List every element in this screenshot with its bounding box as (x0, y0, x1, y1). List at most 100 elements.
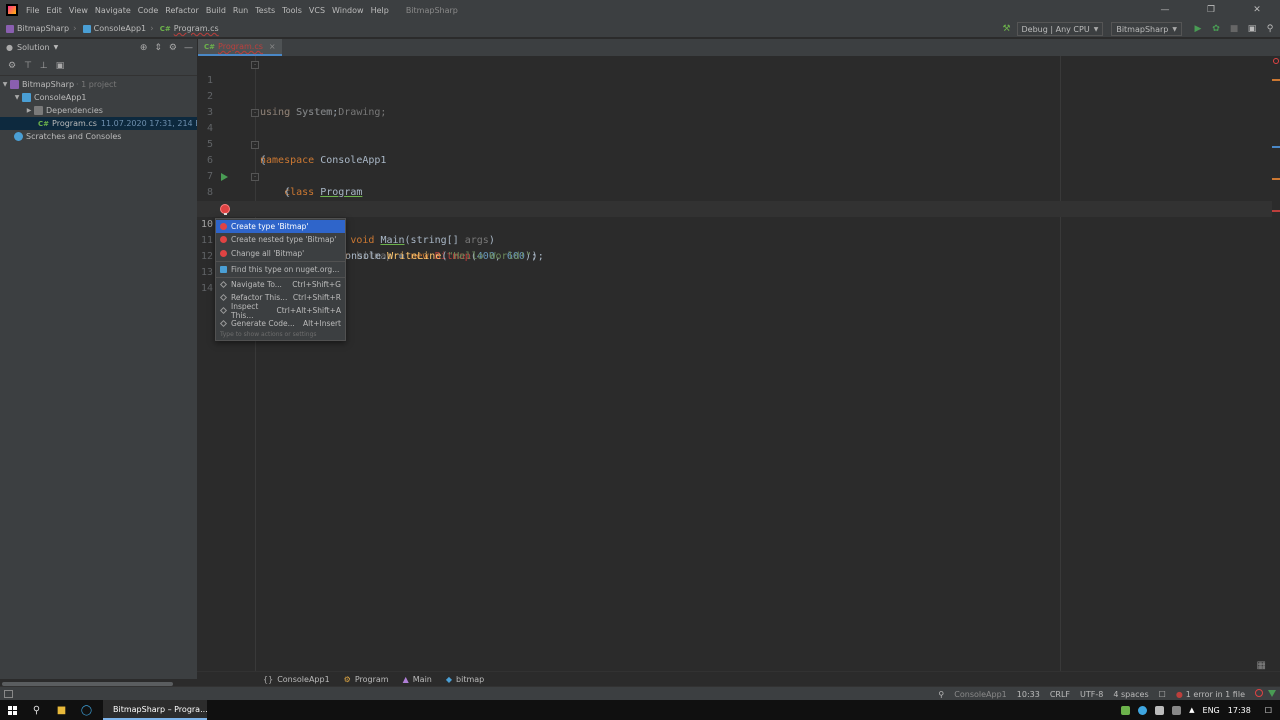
inspection-widget-icon[interactable]: ▦ (1257, 660, 1266, 671)
nav-crumb-file[interactable]: C# Program.cs (160, 24, 219, 33)
debug-icon[interactable]: ✿ (1208, 22, 1224, 36)
quick-fix-bulb-icon[interactable] (220, 204, 230, 215)
run-toolbar: ⚒ Debug | Any CPU ▼ BitmapSharp ▼ ▶ ✿ ■ … (999, 20, 1280, 38)
status-indent[interactable]: 4 spaces (1113, 690, 1148, 699)
stripe-mark[interactable] (1272, 210, 1280, 212)
popup-item-navigate-to[interactable]: Navigate To... Ctrl+Shift+G (216, 278, 345, 291)
menu-file[interactable]: File (26, 6, 39, 15)
taskbar-app-rider[interactable]: BitmapSharp – Progra... (103, 700, 208, 720)
fold-icon[interactable]: - (251, 173, 259, 181)
menu-help[interactable]: Help (371, 6, 389, 15)
status-line-ending[interactable]: CRLF (1050, 690, 1070, 699)
horizontal-scrollbar[interactable] (2, 682, 173, 686)
stripe-mark[interactable] (1272, 178, 1280, 180)
popup-item-create-type[interactable]: Create type 'Bitmap' (216, 220, 345, 233)
stop-icon[interactable]: ■ (1226, 22, 1242, 36)
breadcrumb-class[interactable]: ⚙ Program (344, 675, 389, 684)
run-icon[interactable]: ▶ (1190, 22, 1206, 36)
tool-windows-icon[interactable] (4, 689, 13, 698)
notification-icon[interactable]: ☐ (1265, 706, 1272, 715)
code-line: 7 { (197, 153, 1272, 198)
chevron-up-icon[interactable]: ▲ (1189, 706, 1194, 714)
tree-item-project[interactable]: ▼ ConsoleApp1 (0, 91, 197, 104)
tray-clock[interactable]: 17:38 (1228, 706, 1251, 715)
status-encoding[interactable]: UTF-8 (1080, 690, 1103, 699)
volume-icon[interactable] (1172, 705, 1182, 715)
locate-icon[interactable]: ⊕ (140, 43, 148, 53)
solution-view-select[interactable]: ● Solution ▼ (6, 43, 58, 52)
menu-code[interactable]: Code (138, 6, 158, 15)
refactor-icon (219, 293, 228, 302)
close-icon[interactable]: ✕ (1234, 0, 1280, 20)
filter-icon[interactable]: ⊤ (24, 61, 32, 71)
breadcrumb-variable[interactable]: ◆ bitmap (446, 675, 484, 684)
menu-tests[interactable]: Tests (255, 6, 275, 15)
run-main-icon[interactable] (221, 173, 228, 181)
preview-icon[interactable]: ▣ (56, 61, 65, 71)
code-line: 6 - class Program (197, 137, 1272, 198)
close-tab-icon[interactable]: × (269, 42, 276, 51)
tray-app-icon[interactable] (1121, 705, 1131, 715)
fold-icon[interactable]: - (251, 109, 259, 117)
build-hammer-icon[interactable]: ⚒ (999, 22, 1015, 36)
search-everywhere-icon[interactable]: ⚲ (1262, 22, 1278, 36)
tab-program-cs[interactable]: C# Program.cs × (198, 39, 282, 56)
minimize-icon[interactable]: — (1142, 0, 1188, 20)
popup-item-find-nuget[interactable]: Find this type on nuget.org... (216, 263, 345, 276)
search-icon[interactable]: ⚲ (938, 690, 944, 699)
taskbar-search-icon[interactable]: ⚲ (24, 700, 49, 720)
status-errors[interactable]: 1 error in 1 file (1186, 690, 1245, 699)
nav-crumb-app[interactable]: ConsoleApp1 › (82, 24, 154, 34)
menu-navigate[interactable]: Navigate (95, 6, 131, 15)
stripe-mark[interactable] (1272, 146, 1280, 148)
menu-tools[interactable]: Tools (282, 6, 302, 15)
tree-item-scratches[interactable]: Scratches and Consoles (0, 130, 197, 143)
fold-icon[interactable]: - (251, 141, 259, 149)
popup-item-inspect-this[interactable]: Inspect This... Ctrl+Alt+Shift+A (216, 302, 345, 320)
menu-build[interactable]: Build (206, 6, 226, 15)
breadcrumb-method[interactable]: ▲ Main (403, 675, 432, 684)
run-target-select[interactable]: BitmapSharp ▼ (1111, 22, 1182, 36)
lock-icon[interactable]: ☐ (1159, 690, 1166, 699)
error-status-icon[interactable] (1273, 58, 1279, 64)
tree-item-dependencies[interactable]: ▶ Dependencies (0, 104, 197, 117)
tree-item-solution[interactable]: ▼ BitmapSharp · 1 project (0, 78, 197, 91)
menu-run[interactable]: Run (233, 6, 248, 15)
ok-triangle-icon[interactable] (1268, 689, 1276, 699)
windows-start-icon[interactable] (0, 700, 24, 720)
tree-item-project-label: ConsoleApp1 (34, 93, 87, 102)
sort-icon[interactable]: ⊥ (40, 61, 48, 71)
popup-item-label: Find this type on nuget.org... (231, 265, 340, 274)
status-context[interactable]: ConsoleApp1 (954, 690, 1006, 699)
breadcrumb-namespace[interactable]: {} ConsoleApp1 (263, 675, 330, 684)
chevron-down-icon: ▼ (1172, 25, 1177, 33)
tray-language[interactable]: ENG (1203, 706, 1220, 715)
popup-item-create-nested-type[interactable]: Create nested type 'Bitmap' (216, 233, 345, 246)
tray-edge-icon[interactable] (1138, 705, 1148, 715)
fold-icon[interactable]: - (251, 61, 259, 69)
menu-vcs[interactable]: VCS (309, 6, 325, 15)
tree-item-program-cs[interactable]: C# Program.cs 11.07.2020 17:31, 214 B Mo… (0, 117, 197, 130)
popup-item-change-all[interactable]: Change all 'Bitmap' (216, 247, 345, 260)
restore-icon[interactable]: ❐ (1188, 0, 1234, 20)
show-files-icon[interactable]: ⚙ (8, 61, 16, 71)
error-circle-icon[interactable] (1255, 689, 1263, 699)
collapse-all-icon[interactable]: ⇕ (154, 43, 162, 53)
code-editor[interactable]: 1 - using System; 2 using System.Drawing… (197, 56, 1280, 671)
stripe-mark[interactable] (1272, 79, 1280, 81)
network-icon[interactable] (1155, 705, 1165, 715)
popup-item-generate-code[interactable]: Generate Code... Alt+Insert (216, 317, 345, 330)
menu-window[interactable]: Window (332, 6, 364, 15)
error-stripe[interactable] (1272, 56, 1280, 671)
menu-view[interactable]: View (69, 6, 88, 15)
hide-panel-icon[interactable]: — (184, 43, 193, 53)
nav-crumb-project[interactable]: BitmapSharp › (6, 24, 77, 34)
edge-browser-icon[interactable]: ◯ (74, 700, 99, 720)
gear-icon[interactable]: ⚙ (169, 43, 177, 53)
file-explorer-icon[interactable]: ■ (49, 700, 74, 720)
status-caret-position[interactable]: 10:33 (1017, 690, 1040, 699)
menu-edit[interactable]: Edit (46, 6, 62, 15)
layout-icon[interactable]: ▣ (1244, 22, 1260, 36)
config-select[interactable]: Debug | Any CPU ▼ (1016, 22, 1104, 36)
menu-refactor[interactable]: Refactor (165, 6, 199, 15)
